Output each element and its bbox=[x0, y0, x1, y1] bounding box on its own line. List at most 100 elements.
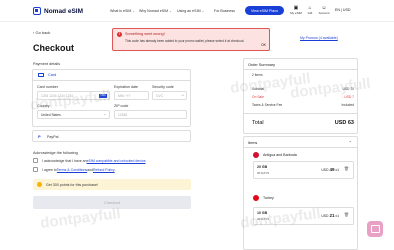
total-value: USD 63 bbox=[334, 120, 354, 126]
zip-label: ZIP code bbox=[114, 104, 129, 108]
nav-item-for-business[interactable]: For Business bbox=[214, 9, 235, 13]
country-antigua: Antigua and Barbuda bbox=[253, 152, 297, 158]
logo-text: Nomad eSIM bbox=[44, 7, 84, 15]
nav-item-what-is-esim[interactable]: What is eSIM⌄ bbox=[110, 9, 135, 13]
on-sale-value: - USD 7 bbox=[342, 95, 354, 99]
error-toast: ! Something went wrong! This code has al… bbox=[112, 28, 270, 51]
site-header: Nomad eSIM What is eSIM⌄ Why Nomad eSIM⌄… bbox=[0, 0, 394, 22]
language-currency-selector[interactable]: EN | USD bbox=[335, 8, 351, 12]
ack-terms-row: I agree to Terms & Conditions and Refund… bbox=[33, 167, 116, 172]
lang-label: EN | USD bbox=[335, 8, 351, 12]
country-label: Country bbox=[37, 104, 50, 108]
expiry-label: Expiration date bbox=[114, 85, 138, 89]
taxes-label: Taxes & Service Fee bbox=[252, 103, 283, 107]
divider bbox=[244, 147, 357, 148]
go-back-label: Go back bbox=[35, 30, 51, 35]
go-back-link[interactable]: ‹ Go back bbox=[33, 30, 50, 35]
card-tab-label: Card bbox=[48, 73, 57, 77]
nav-label: What is eSIM bbox=[110, 9, 132, 13]
plan-price: USD 49 x1 bbox=[321, 167, 339, 172]
expiry-placeholder: MM / YY bbox=[118, 93, 131, 98]
logo-icon bbox=[33, 7, 41, 15]
my-esim-label: My eSIM bbox=[290, 11, 302, 15]
compatible-device-link[interactable]: eSIM compatible and unlocked device bbox=[87, 159, 146, 163]
cvc-input[interactable]: CVC ▭ bbox=[152, 91, 187, 100]
my-esim-button[interactable]: ▣ My eSIM bbox=[290, 5, 302, 15]
paypal-icon: P bbox=[38, 134, 41, 139]
price-value: 21 bbox=[329, 213, 335, 218]
refund-policy-link[interactable]: Refund Policy bbox=[93, 168, 115, 172]
plan-data: 20 GB bbox=[257, 165, 268, 169]
country-value: United States bbox=[41, 112, 61, 117]
checkout-label: Checkout bbox=[103, 200, 121, 205]
price-qty: x1 bbox=[335, 168, 339, 172]
acknowledge-title: Acknowledge the following bbox=[33, 151, 78, 155]
nav-label: Why Nomad eSIM bbox=[139, 9, 169, 13]
card-number-label: Card number bbox=[37, 85, 58, 89]
page-title: Checkout bbox=[33, 43, 75, 53]
country-select[interactable]: United States ⌄ bbox=[37, 110, 110, 119]
gift-button[interactable]: ⌂ Gift bbox=[304, 5, 316, 15]
trash-icon[interactable]: 🗑 bbox=[344, 166, 349, 171]
card-number-placeholder: 1234 1234 1234 1234 bbox=[41, 93, 74, 98]
account-label: Account bbox=[318, 11, 330, 15]
taxes-row: Taxes & Service Fee Included bbox=[252, 103, 354, 107]
toast-title: Something went wrong! bbox=[125, 32, 165, 36]
ack-device-suffix: . bbox=[145, 158, 147, 163]
nav-item-using-esim[interactable]: Using an eSIM⌄ bbox=[177, 9, 204, 13]
ack-device-text: I acknowledge that I have an bbox=[42, 158, 87, 163]
chat-support-button[interactable] bbox=[367, 221, 383, 237]
cvc-placeholder: CVC bbox=[156, 93, 163, 98]
on-sale-row: On Sale - USD 7 bbox=[252, 95, 354, 99]
payment-section-label: Payment details bbox=[33, 62, 61, 66]
ack-terms-checkbox[interactable] bbox=[33, 167, 38, 172]
paypal-label: PayPal bbox=[47, 135, 59, 139]
chevron-down-icon: ⌄ bbox=[169, 9, 172, 13]
country-name: Antigua and Barbuda bbox=[263, 153, 297, 157]
ack-terms-suffix: . bbox=[114, 167, 116, 172]
visa-icon: VISA bbox=[99, 94, 107, 98]
divider bbox=[244, 69, 357, 70]
price-value: 49 bbox=[329, 167, 335, 172]
chevron-down-icon: ⌄ bbox=[132, 9, 135, 13]
trash-icon[interactable]: 🗑 bbox=[344, 212, 349, 217]
card-payment-panel: Card Card number 1234 1234 1234 1234 VIS… bbox=[32, 69, 191, 127]
country-turkey: Turkey bbox=[253, 195, 274, 201]
nav-label: Using an eSIM bbox=[177, 9, 201, 13]
plan-card: 10 GB 30 DAYS USD 21 x1 🗑 bbox=[253, 207, 354, 225]
zip-placeholder: 12345 bbox=[118, 112, 128, 117]
terms-link[interactable]: Terms & Conditions bbox=[57, 168, 87, 172]
checkout-button[interactable]: Checkout bbox=[33, 196, 191, 209]
antigua-flag-icon bbox=[253, 152, 259, 158]
plan-duration: 30 DAYS bbox=[257, 171, 270, 175]
cvc-card-icon: ▭ bbox=[181, 94, 184, 97]
chevron-up-icon[interactable]: ⌃ bbox=[349, 140, 352, 145]
account-button[interactable]: ☺ Account bbox=[318, 5, 330, 15]
items-count: 2 items bbox=[252, 73, 263, 77]
my-promos-link[interactable]: My Promos (4 available) bbox=[300, 36, 338, 40]
total-row: Total USD 63 bbox=[252, 120, 354, 126]
total-label: Total bbox=[252, 120, 264, 126]
coin-icon bbox=[37, 182, 42, 187]
expiry-input[interactable]: MM / YY bbox=[114, 91, 149, 100]
on-sale-label: On Sale bbox=[252, 95, 264, 99]
zip-input[interactable]: 12345 bbox=[114, 110, 187, 119]
toast-ok-button[interactable]: OK bbox=[261, 43, 266, 47]
watermark: dontpayfull bbox=[39, 205, 122, 232]
subtotal-value: USD 70 bbox=[342, 87, 354, 91]
plan-data: 10 GB bbox=[257, 211, 268, 215]
logo[interactable]: Nomad eSIM bbox=[33, 7, 83, 15]
ack-device-checkbox[interactable] bbox=[33, 158, 38, 163]
view-plans-button[interactable]: View eSIM Plans bbox=[245, 6, 284, 15]
card-tab[interactable]: Card bbox=[33, 70, 190, 81]
card-number-input[interactable]: 1234 1234 1234 1234 VISA bbox=[37, 91, 110, 100]
plan-duration: 30 DAYS bbox=[257, 217, 270, 221]
points-text: Get 300 points for this purchase! bbox=[46, 182, 98, 187]
paypal-option[interactable]: P PayPal bbox=[32, 130, 191, 142]
plan-price: USD 21 x1 bbox=[321, 213, 339, 218]
divider bbox=[244, 113, 357, 114]
ack-terms-text: I agree to bbox=[42, 167, 57, 172]
nav-item-why-nomad[interactable]: Why Nomad eSIM⌄ bbox=[139, 9, 172, 13]
chevron-down-icon: ⌄ bbox=[201, 9, 205, 13]
error-icon: ! bbox=[117, 32, 122, 37]
